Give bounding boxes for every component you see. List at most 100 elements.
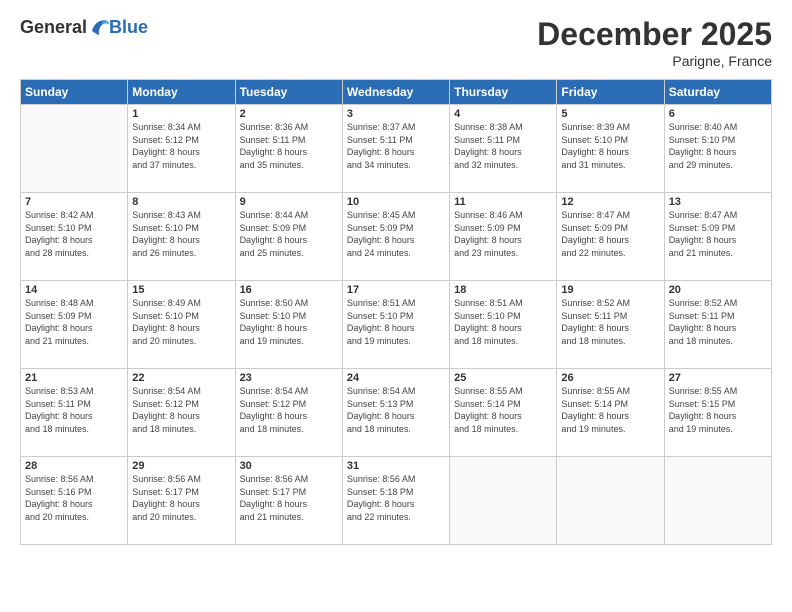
logo-text: General Blue bbox=[20, 16, 148, 38]
calendar-day-25: 25Sunrise: 8:55 AM Sunset: 5:14 PM Dayli… bbox=[450, 369, 557, 457]
day-info: Sunrise: 8:47 AM Sunset: 5:09 PM Dayligh… bbox=[669, 209, 767, 259]
calendar-day-8: 8Sunrise: 8:43 AM Sunset: 5:10 PM Daylig… bbox=[128, 193, 235, 281]
calendar-day-21: 21Sunrise: 8:53 AM Sunset: 5:11 PM Dayli… bbox=[21, 369, 128, 457]
day-info: Sunrise: 8:36 AM Sunset: 5:11 PM Dayligh… bbox=[240, 121, 338, 171]
logo-icon bbox=[89, 16, 111, 38]
day-number: 1 bbox=[132, 108, 230, 120]
calendar-empty-cell bbox=[664, 457, 771, 545]
day-number: 14 bbox=[25, 284, 123, 296]
logo-general-text: General bbox=[20, 17, 87, 38]
day-number: 21 bbox=[25, 372, 123, 384]
day-info: Sunrise: 8:55 AM Sunset: 5:14 PM Dayligh… bbox=[454, 385, 552, 435]
calendar-week-row: 14Sunrise: 8:48 AM Sunset: 5:09 PM Dayli… bbox=[21, 281, 772, 369]
day-number: 19 bbox=[561, 284, 659, 296]
day-info: Sunrise: 8:50 AM Sunset: 5:10 PM Dayligh… bbox=[240, 297, 338, 347]
day-info: Sunrise: 8:56 AM Sunset: 5:16 PM Dayligh… bbox=[25, 473, 123, 523]
day-number: 29 bbox=[132, 460, 230, 472]
day-number: 27 bbox=[669, 372, 767, 384]
calendar-day-15: 15Sunrise: 8:49 AM Sunset: 5:10 PM Dayli… bbox=[128, 281, 235, 369]
day-number: 20 bbox=[669, 284, 767, 296]
calendar-day-3: 3Sunrise: 8:37 AM Sunset: 5:11 PM Daylig… bbox=[342, 105, 449, 193]
day-info: Sunrise: 8:49 AM Sunset: 5:10 PM Dayligh… bbox=[132, 297, 230, 347]
calendar-empty-cell bbox=[557, 457, 664, 545]
day-number: 5 bbox=[561, 108, 659, 120]
day-info: Sunrise: 8:54 AM Sunset: 5:12 PM Dayligh… bbox=[240, 385, 338, 435]
day-number: 6 bbox=[669, 108, 767, 120]
calendar-day-12: 12Sunrise: 8:47 AM Sunset: 5:09 PM Dayli… bbox=[557, 193, 664, 281]
calendar-day-9: 9Sunrise: 8:44 AM Sunset: 5:09 PM Daylig… bbox=[235, 193, 342, 281]
day-info: Sunrise: 8:48 AM Sunset: 5:09 PM Dayligh… bbox=[25, 297, 123, 347]
calendar-week-row: 28Sunrise: 8:56 AM Sunset: 5:16 PM Dayli… bbox=[21, 457, 772, 545]
month-title: December 2025 bbox=[537, 16, 772, 53]
day-number: 4 bbox=[454, 108, 552, 120]
calendar-day-19: 19Sunrise: 8:52 AM Sunset: 5:11 PM Dayli… bbox=[557, 281, 664, 369]
day-number: 31 bbox=[347, 460, 445, 472]
logo: General Blue bbox=[20, 16, 148, 38]
day-info: Sunrise: 8:51 AM Sunset: 5:10 PM Dayligh… bbox=[454, 297, 552, 347]
day-info: Sunrise: 8:44 AM Sunset: 5:09 PM Dayligh… bbox=[240, 209, 338, 259]
day-info: Sunrise: 8:46 AM Sunset: 5:09 PM Dayligh… bbox=[454, 209, 552, 259]
day-number: 13 bbox=[669, 196, 767, 208]
calendar-day-29: 29Sunrise: 8:56 AM Sunset: 5:17 PM Dayli… bbox=[128, 457, 235, 545]
calendar-table: SundayMondayTuesdayWednesdayThursdayFrid… bbox=[20, 79, 772, 545]
header: General Blue December 2025 Parigne, Fran… bbox=[20, 16, 772, 69]
day-number: 18 bbox=[454, 284, 552, 296]
calendar-day-10: 10Sunrise: 8:45 AM Sunset: 5:09 PM Dayli… bbox=[342, 193, 449, 281]
calendar-week-row: 21Sunrise: 8:53 AM Sunset: 5:11 PM Dayli… bbox=[21, 369, 772, 457]
day-info: Sunrise: 8:52 AM Sunset: 5:11 PM Dayligh… bbox=[669, 297, 767, 347]
weekday-header-friday: Friday bbox=[557, 80, 664, 105]
day-info: Sunrise: 8:38 AM Sunset: 5:11 PM Dayligh… bbox=[454, 121, 552, 171]
day-number: 7 bbox=[25, 196, 123, 208]
day-number: 10 bbox=[347, 196, 445, 208]
weekday-header-thursday: Thursday bbox=[450, 80, 557, 105]
calendar-day-30: 30Sunrise: 8:56 AM Sunset: 5:17 PM Dayli… bbox=[235, 457, 342, 545]
day-number: 8 bbox=[132, 196, 230, 208]
day-info: Sunrise: 8:53 AM Sunset: 5:11 PM Dayligh… bbox=[25, 385, 123, 435]
day-info: Sunrise: 8:52 AM Sunset: 5:11 PM Dayligh… bbox=[561, 297, 659, 347]
day-number: 3 bbox=[347, 108, 445, 120]
day-number: 16 bbox=[240, 284, 338, 296]
calendar-day-6: 6Sunrise: 8:40 AM Sunset: 5:10 PM Daylig… bbox=[664, 105, 771, 193]
calendar-day-16: 16Sunrise: 8:50 AM Sunset: 5:10 PM Dayli… bbox=[235, 281, 342, 369]
day-number: 23 bbox=[240, 372, 338, 384]
calendar-day-13: 13Sunrise: 8:47 AM Sunset: 5:09 PM Dayli… bbox=[664, 193, 771, 281]
day-info: Sunrise: 8:34 AM Sunset: 5:12 PM Dayligh… bbox=[132, 121, 230, 171]
calendar-empty-cell bbox=[21, 105, 128, 193]
day-info: Sunrise: 8:40 AM Sunset: 5:10 PM Dayligh… bbox=[669, 121, 767, 171]
calendar-day-28: 28Sunrise: 8:56 AM Sunset: 5:16 PM Dayli… bbox=[21, 457, 128, 545]
calendar-empty-cell bbox=[450, 457, 557, 545]
calendar-day-2: 2Sunrise: 8:36 AM Sunset: 5:11 PM Daylig… bbox=[235, 105, 342, 193]
day-info: Sunrise: 8:45 AM Sunset: 5:09 PM Dayligh… bbox=[347, 209, 445, 259]
calendar-day-31: 31Sunrise: 8:56 AM Sunset: 5:18 PM Dayli… bbox=[342, 457, 449, 545]
day-number: 15 bbox=[132, 284, 230, 296]
day-info: Sunrise: 8:43 AM Sunset: 5:10 PM Dayligh… bbox=[132, 209, 230, 259]
day-info: Sunrise: 8:56 AM Sunset: 5:18 PM Dayligh… bbox=[347, 473, 445, 523]
day-number: 11 bbox=[454, 196, 552, 208]
day-info: Sunrise: 8:47 AM Sunset: 5:09 PM Dayligh… bbox=[561, 209, 659, 259]
calendar-day-17: 17Sunrise: 8:51 AM Sunset: 5:10 PM Dayli… bbox=[342, 281, 449, 369]
day-number: 24 bbox=[347, 372, 445, 384]
calendar-day-18: 18Sunrise: 8:51 AM Sunset: 5:10 PM Dayli… bbox=[450, 281, 557, 369]
day-info: Sunrise: 8:54 AM Sunset: 5:13 PM Dayligh… bbox=[347, 385, 445, 435]
calendar-day-24: 24Sunrise: 8:54 AM Sunset: 5:13 PM Dayli… bbox=[342, 369, 449, 457]
logo-blue-text: Blue bbox=[109, 17, 148, 38]
day-number: 12 bbox=[561, 196, 659, 208]
calendar-week-row: 1Sunrise: 8:34 AM Sunset: 5:12 PM Daylig… bbox=[21, 105, 772, 193]
calendar-day-22: 22Sunrise: 8:54 AM Sunset: 5:12 PM Dayli… bbox=[128, 369, 235, 457]
day-info: Sunrise: 8:56 AM Sunset: 5:17 PM Dayligh… bbox=[240, 473, 338, 523]
day-info: Sunrise: 8:54 AM Sunset: 5:12 PM Dayligh… bbox=[132, 385, 230, 435]
day-number: 2 bbox=[240, 108, 338, 120]
day-info: Sunrise: 8:39 AM Sunset: 5:10 PM Dayligh… bbox=[561, 121, 659, 171]
calendar-day-26: 26Sunrise: 8:55 AM Sunset: 5:14 PM Dayli… bbox=[557, 369, 664, 457]
day-info: Sunrise: 8:55 AM Sunset: 5:14 PM Dayligh… bbox=[561, 385, 659, 435]
day-number: 28 bbox=[25, 460, 123, 472]
day-number: 30 bbox=[240, 460, 338, 472]
calendar-day-7: 7Sunrise: 8:42 AM Sunset: 5:10 PM Daylig… bbox=[21, 193, 128, 281]
weekday-header-sunday: Sunday bbox=[21, 80, 128, 105]
calendar-day-4: 4Sunrise: 8:38 AM Sunset: 5:11 PM Daylig… bbox=[450, 105, 557, 193]
calendar-day-20: 20Sunrise: 8:52 AM Sunset: 5:11 PM Dayli… bbox=[664, 281, 771, 369]
day-info: Sunrise: 8:37 AM Sunset: 5:11 PM Dayligh… bbox=[347, 121, 445, 171]
day-info: Sunrise: 8:55 AM Sunset: 5:15 PM Dayligh… bbox=[669, 385, 767, 435]
weekday-header-saturday: Saturday bbox=[664, 80, 771, 105]
calendar-day-14: 14Sunrise: 8:48 AM Sunset: 5:09 PM Dayli… bbox=[21, 281, 128, 369]
